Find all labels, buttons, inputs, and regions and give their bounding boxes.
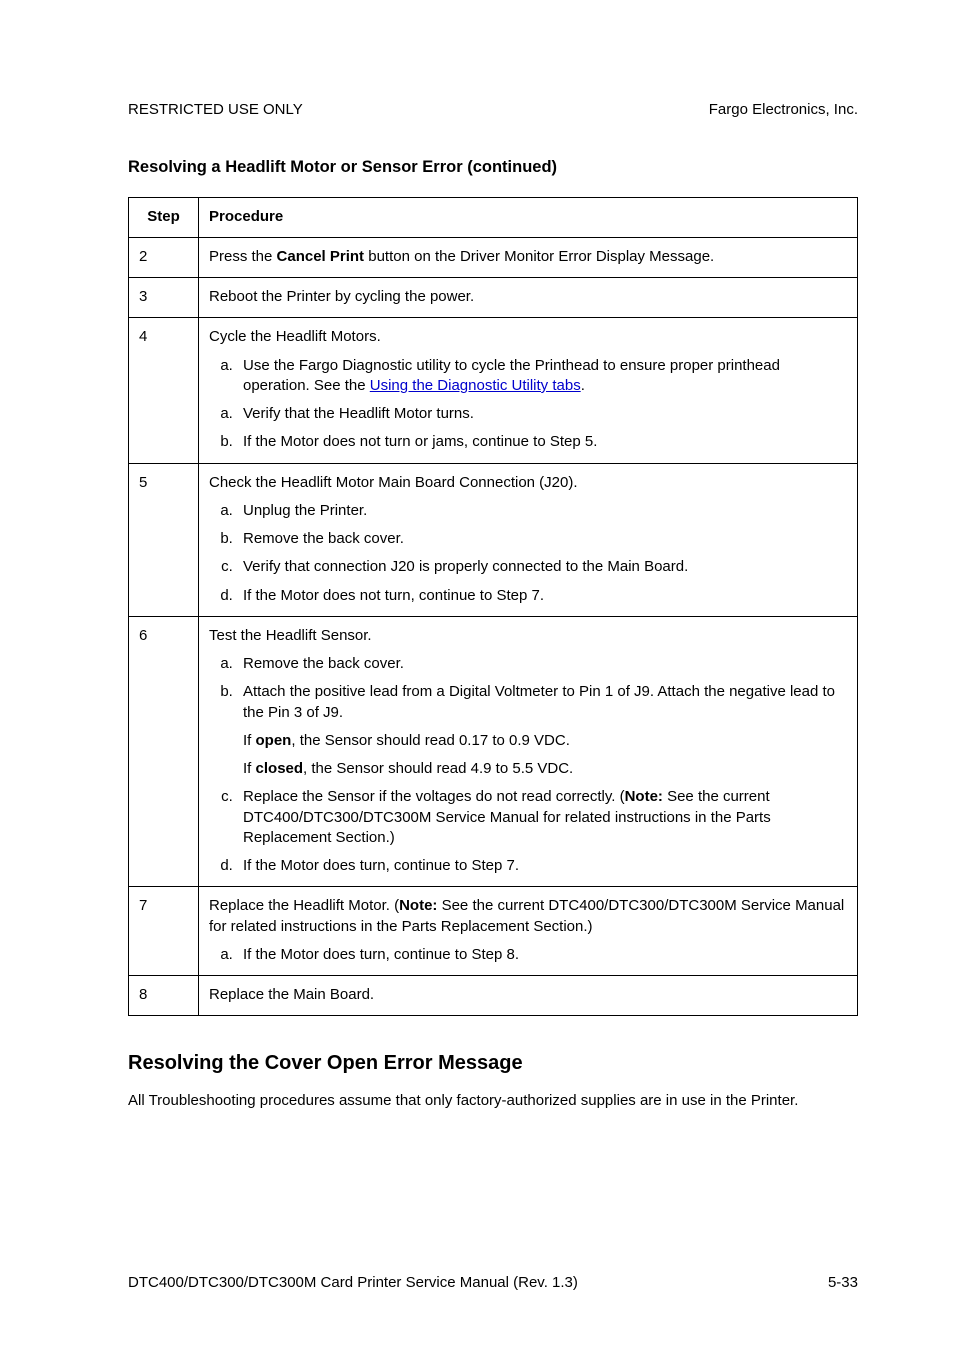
diagnostic-utility-link[interactable]: Using the Diagnostic Utility tabs xyxy=(370,377,581,394)
substep-list: If the Motor does turn, continue to Step… xyxy=(209,945,847,965)
procedure-cell: Test the Headlift Sensor. Remove the bac… xyxy=(199,616,858,887)
page-header: RESTRICTED USE ONLY Fargo Electronics, I… xyxy=(128,100,858,120)
bold-text: Note: xyxy=(625,788,663,805)
procedure-cell: Press the Cancel Print button on the Dri… xyxy=(199,237,858,277)
table-row: 8 Replace the Main Board. xyxy=(129,976,858,1016)
step-number: 6 xyxy=(129,616,199,887)
footer-left: DTC400/DTC300/DTC300M Card Printer Servi… xyxy=(128,1273,578,1293)
list-item: If the Motor does turn, continue to Step… xyxy=(237,945,847,965)
table-row: 4 Cycle the Headlift Motors. Use the Far… xyxy=(129,318,858,463)
procedure-cell: Check the Headlift Motor Main Board Conn… xyxy=(199,463,858,616)
list-item: Attach the positive lead from a Digital … xyxy=(237,682,847,723)
list-item: Verify that connection J20 is properly c… xyxy=(237,557,847,577)
list-item: If the Motor does not turn or jams, cont… xyxy=(237,432,847,452)
col-header-step: Step xyxy=(129,197,199,237)
table-row: 2 Press the Cancel Print button on the D… xyxy=(129,237,858,277)
text: If xyxy=(243,732,256,749)
intro-text: Replace the Headlift Motor. (Note: See t… xyxy=(209,896,847,937)
step-number: 7 xyxy=(129,887,199,976)
step-number: 3 xyxy=(129,278,199,318)
bold-text: Cancel Print xyxy=(277,248,365,265)
procedure-cell: Cycle the Headlift Motors. Use the Fargo… xyxy=(199,318,858,463)
footer-right: 5-33 xyxy=(828,1273,858,1293)
body-paragraph: All Troubleshooting procedures assume th… xyxy=(128,1091,858,1111)
intro-text: Test the Headlift Sensor. xyxy=(209,626,847,646)
nested-note: If closed, the Sensor should read 4.9 to… xyxy=(243,759,847,779)
table-row: 5 Check the Headlift Motor Main Board Co… xyxy=(129,463,858,616)
text: . xyxy=(581,377,585,394)
substep-list: Remove the back cover. Attach the positi… xyxy=(209,654,847,723)
header-right: Fargo Electronics, Inc. xyxy=(709,100,858,120)
list-item: Remove the back cover. xyxy=(237,654,847,674)
section-title: Resolving a Headlift Motor or Sensor Err… xyxy=(128,156,858,178)
procedure-table: Step Procedure 2 Press the Cancel Print … xyxy=(128,197,858,1017)
text: , the Sensor should read 0.17 to 0.9 VDC… xyxy=(291,732,570,749)
col-header-procedure: Procedure xyxy=(199,197,858,237)
procedure-cell: Reboot the Printer by cycling the power. xyxy=(199,278,858,318)
bold-text: open xyxy=(256,732,292,749)
list-item: Remove the back cover. xyxy=(237,529,847,549)
text: Replace the Sensor if the voltages do no… xyxy=(243,788,625,805)
table-header-row: Step Procedure xyxy=(129,197,858,237)
text: , the Sensor should read 4.9 to 5.5 VDC. xyxy=(303,760,573,777)
list-item: Unplug the Printer. xyxy=(237,501,847,521)
text: button on the Driver Monitor Error Displ… xyxy=(364,248,714,265)
substep-list: Use the Fargo Diagnostic utility to cycl… xyxy=(209,356,847,453)
procedure-cell: Replace the Main Board. xyxy=(199,976,858,1016)
intro-text: Cycle the Headlift Motors. xyxy=(209,327,847,347)
bold-text: closed xyxy=(256,760,304,777)
step-number: 5 xyxy=(129,463,199,616)
step-number: 2 xyxy=(129,237,199,277)
bold-text: Note: xyxy=(399,897,437,914)
text: Press the xyxy=(209,248,277,265)
list-item: If the Motor does turn, continue to Step… xyxy=(237,856,847,876)
text: Replace the Headlift Motor. ( xyxy=(209,897,399,914)
section-heading: Resolving the Cover Open Error Message xyxy=(128,1050,858,1077)
list-item: Replace the Sensor if the voltages do no… xyxy=(237,787,847,848)
text: If xyxy=(243,760,256,777)
header-left: RESTRICTED USE ONLY xyxy=(128,100,303,120)
intro-text: Check the Headlift Motor Main Board Conn… xyxy=(209,473,847,493)
step-number: 8 xyxy=(129,976,199,1016)
table-row: 6 Test the Headlift Sensor. Remove the b… xyxy=(129,616,858,887)
substep-list: Unplug the Printer. Remove the back cove… xyxy=(209,501,847,606)
nested-note: If open, the Sensor should read 0.17 to … xyxy=(243,731,847,751)
substep-list: Replace the Sensor if the voltages do no… xyxy=(209,787,847,876)
list-item: If the Motor does not turn, continue to … xyxy=(237,586,847,606)
table-row: 7 Replace the Headlift Motor. (Note: See… xyxy=(129,887,858,976)
list-item: Verify that the Headlift Motor turns. xyxy=(237,404,847,424)
step-number: 4 xyxy=(129,318,199,463)
table-row: 3 Reboot the Printer by cycling the powe… xyxy=(129,278,858,318)
list-item: Use the Fargo Diagnostic utility to cycl… xyxy=(237,356,847,397)
page-footer: DTC400/DTC300/DTC300M Card Printer Servi… xyxy=(128,1273,858,1293)
procedure-cell: Replace the Headlift Motor. (Note: See t… xyxy=(199,887,858,976)
